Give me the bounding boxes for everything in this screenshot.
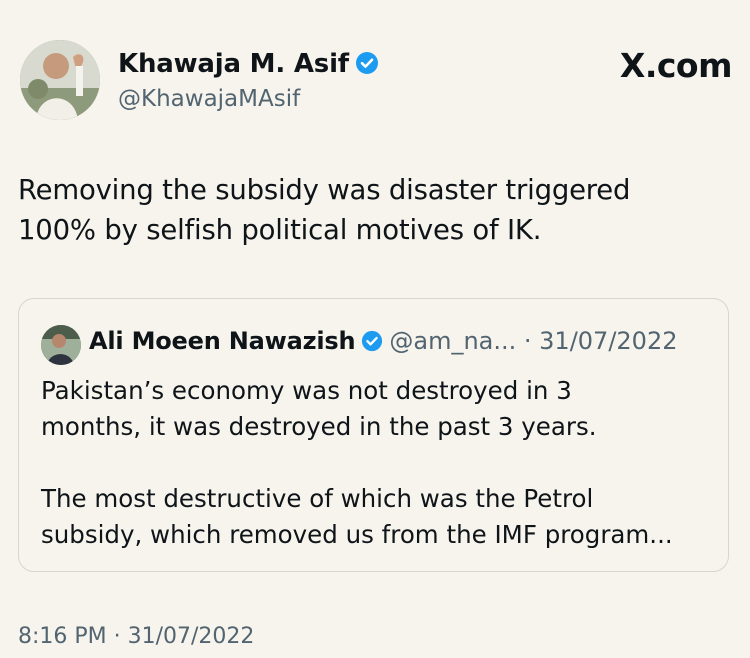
verified-badge-icon <box>355 51 379 82</box>
tweet-text-line-1: Removing the subsidy was disaster trigge… <box>18 174 631 206</box>
quoted-tweet-header: Ali Moeen Nawazish @am_na... · 31/07/202… <box>89 327 677 358</box>
author-name[interactable]: Khawaja M. Asif <box>118 49 349 79</box>
tweet-timestamp[interactable]: 8:16 PM · 31/07/2022 <box>18 624 254 649</box>
x-brand-logo: X.com <box>619 46 733 85</box>
tweet-text: Removing the subsidy was disaster trigge… <box>18 170 718 250</box>
author-name-row: Khawaja M. Asif <box>118 49 379 82</box>
author-avatar-image <box>20 40 100 120</box>
quoted-paragraph-1-line-2: months, it was destroyed in the past 3 y… <box>41 412 597 441</box>
quoted-paragraph-2-line-2: subsidy, which removed us from the IMF p… <box>41 520 673 549</box>
quoted-paragraph-1: Pakistan’s economy was not destroyed in … <box>41 373 711 445</box>
author-avatar[interactable] <box>20 40 100 120</box>
quoted-author-avatar-image <box>41 325 81 365</box>
quoted-author-avatar[interactable] <box>41 325 81 365</box>
quoted-paragraph-2-line-1: The most destructive of which was the Pe… <box>41 484 594 513</box>
quoted-paragraph-1-line-1: Pakistan’s economy was not destroyed in … <box>41 376 572 405</box>
quoted-tweet-text: Pakistan’s economy was not destroyed in … <box>41 373 711 553</box>
quoted-verified-badge-icon <box>361 330 383 358</box>
tweet-header: Khawaja M. Asif @KhawajaMAsif X.com <box>20 40 733 122</box>
quoted-author-name[interactable]: Ali Moeen Nawazish <box>89 327 356 355</box>
tweet-text-line-2: 100% by selfish political motives of IK. <box>18 214 542 246</box>
quoted-tweet-card[interactable]: Ali Moeen Nawazish @am_na... · 31/07/202… <box>18 298 729 572</box>
quoted-paragraph-2: The most destructive of which was the Pe… <box>41 481 711 553</box>
quoted-handle-and-date: @am_na... · 31/07/2022 <box>389 327 678 355</box>
author-handle[interactable]: @KhawajaMAsif <box>118 86 300 112</box>
